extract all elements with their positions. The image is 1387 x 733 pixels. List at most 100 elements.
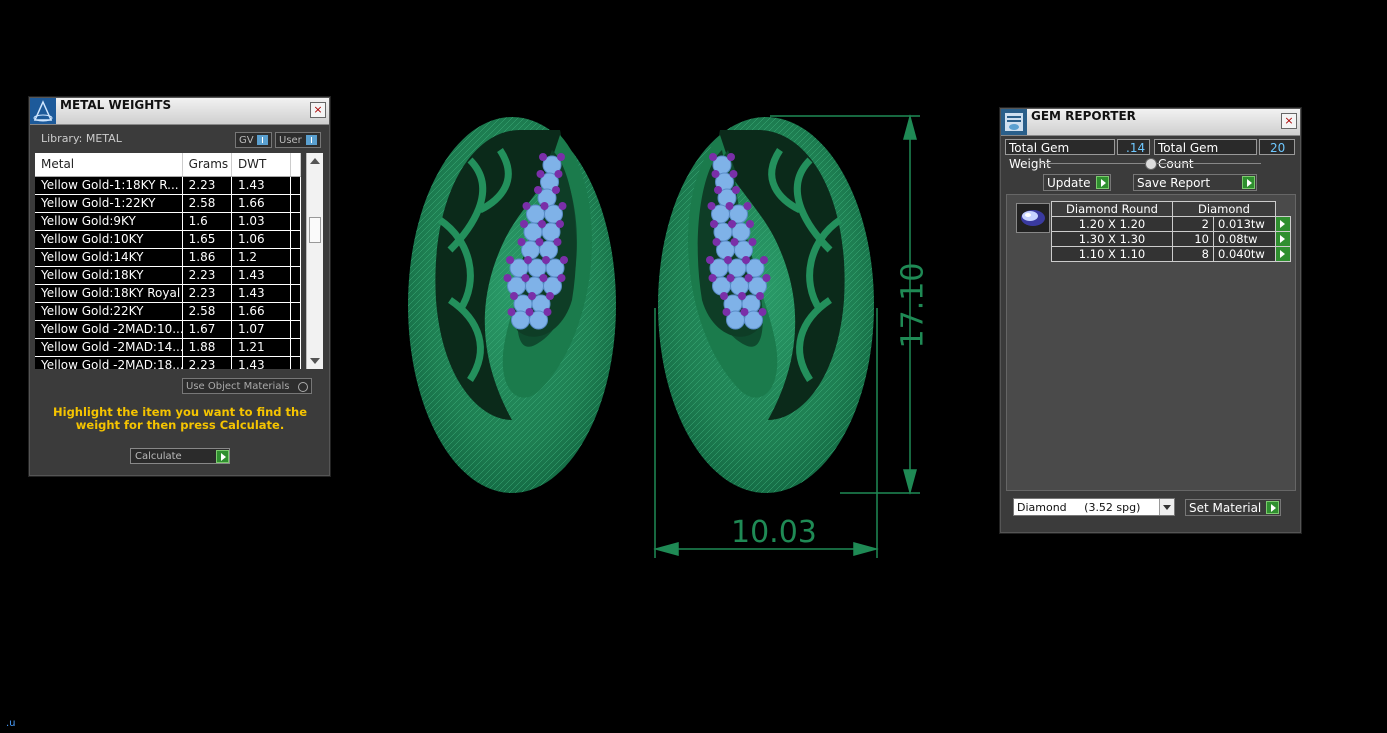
gem-row[interactable]: 1.30 X 1.30 10 0.08tw <box>1051 231 1291 247</box>
gem-stone <box>529 310 548 330</box>
user-toggle[interactable]: User <box>275 132 321 148</box>
save-report-button[interactable]: Save Report <box>1133 174 1257 191</box>
play-arrow-icon <box>1276 217 1289 231</box>
use-object-materials-toggle[interactable]: Use Object Materials <box>182 378 312 394</box>
prong <box>732 186 740 194</box>
use-object-materials-label: Use Object Materials <box>186 381 290 392</box>
dwt-column-header[interactable]: DWT <box>232 153 292 176</box>
gem-row-button[interactable] <box>1275 216 1291 232</box>
gem-weight-cell: 0.040tw <box>1212 246 1277 262</box>
table-row[interactable]: Yellow Gold -2MAD:10... 1.67 1.07 <box>35 321 301 339</box>
gv-toggle[interactable]: GV <box>235 132 272 148</box>
chevron-down-icon[interactable] <box>1159 499 1174 515</box>
empty-cell <box>291 195 301 212</box>
table-row[interactable]: Yellow Gold:14KY 1.86 1.2 <box>35 249 301 267</box>
metal-cell: Yellow Gold -2MAD:14... <box>35 339 183 356</box>
prong <box>557 274 566 282</box>
gem-stone <box>543 276 562 296</box>
gem-row[interactable]: 1.10 X 1.10 8 0.040tw <box>1051 246 1291 262</box>
prong <box>538 220 546 228</box>
material-select[interactable]: Diamond (3.52 spg) <box>1013 498 1175 516</box>
gv-label: GV <box>239 135 254 146</box>
grams-column-header[interactable]: Grams <box>183 153 232 176</box>
grams-cell: 2.23 <box>183 357 232 369</box>
scroll-up-icon[interactable] <box>310 158 320 164</box>
gem-stone <box>542 155 562 175</box>
gem-stone <box>540 172 559 192</box>
gem-stone <box>537 188 557 208</box>
table-row[interactable]: Yellow Gold:22KY 2.58 1.66 <box>35 303 301 321</box>
material-select-value: Diamond (3.52 spg) <box>1017 501 1141 514</box>
left-earring-model[interactable] <box>408 117 616 493</box>
metal-cell: Yellow Gold -2MAD:18... <box>35 357 183 369</box>
gem-stone <box>748 276 767 296</box>
calculate-button[interactable]: Calculate <box>130 448 230 464</box>
metal-weights-titlebar[interactable]: METAL WEIGHTS × <box>30 98 329 125</box>
dwt-cell: 1.66 <box>232 303 292 320</box>
table-row[interactable]: Yellow Gold-1:22KY 2.58 1.66 <box>35 195 301 213</box>
empty-cell <box>291 177 301 194</box>
gem-row[interactable]: 1.20 X 1.20 2 0.013tw <box>1051 216 1291 232</box>
prong <box>742 256 750 264</box>
prong <box>528 292 536 300</box>
gem-material-header: Diamond <box>1172 201 1276 217</box>
grams-cell: 1.86 <box>183 249 232 266</box>
gem-row-button[interactable] <box>1275 246 1291 262</box>
height-dimension-label: 17.10 <box>895 262 931 349</box>
empty-cell <box>291 285 301 302</box>
dwt-cell: 1.07 <box>232 321 292 338</box>
gem-stone <box>545 258 565 278</box>
prong <box>729 170 738 178</box>
gem-size-cell: 1.30 X 1.30 <box>1051 231 1173 247</box>
right-earring-model[interactable] <box>658 117 874 493</box>
empty-cell <box>291 321 301 338</box>
prong <box>557 153 565 161</box>
dwt-cell: 1.66 <box>232 195 292 212</box>
close-icon[interactable]: × <box>310 102 326 118</box>
gem-stone <box>741 294 761 314</box>
prong <box>524 256 532 264</box>
close-icon[interactable]: × <box>1281 113 1297 129</box>
total-gem-weight-label: Total Gem Weight <box>1005 139 1115 171</box>
gem-stone <box>715 172 734 192</box>
prong <box>707 202 716 210</box>
metal-cell: Yellow Gold:18KY Royal <box>35 285 183 302</box>
gem-row-button[interactable] <box>1275 231 1291 247</box>
extra-column-header <box>291 153 301 176</box>
scroll-down-icon[interactable] <box>310 358 320 364</box>
prong <box>546 292 554 300</box>
prong <box>728 220 736 228</box>
metal-column-header[interactable]: Metal <box>35 153 183 176</box>
table-row[interactable]: Yellow Gold:9KY 1.6 1.03 <box>35 213 301 231</box>
scroll-thumb[interactable] <box>309 217 321 243</box>
prong <box>744 274 753 282</box>
set-material-button[interactable]: Set Material <box>1185 499 1281 516</box>
table-row[interactable]: Yellow Gold -2MAD:18... 2.23 1.43 <box>35 357 301 369</box>
table-row[interactable]: Yellow Gold-1:18KY R... 2.23 1.43 <box>35 177 301 195</box>
empty-cell <box>291 357 301 369</box>
dimension-lines <box>653 114 920 558</box>
prong <box>709 153 717 161</box>
table-row[interactable]: Yellow Gold:18KY Royal 2.23 1.43 <box>35 285 301 303</box>
table-row[interactable]: Yellow Gold -2MAD:14... 1.88 1.21 <box>35 339 301 357</box>
metal-table-scrollbar[interactable] <box>306 153 323 369</box>
prong <box>536 170 545 178</box>
gem-reporter-titlebar[interactable]: GEM REPORTER × <box>1001 109 1300 136</box>
prong <box>539 274 548 282</box>
play-arrow-icon <box>1242 176 1255 189</box>
table-row[interactable]: Yellow Gold:10KY 1.65 1.06 <box>35 231 301 249</box>
gem-count-cell: 10 <box>1172 231 1214 247</box>
gem-stone <box>729 204 748 224</box>
prong <box>724 256 732 264</box>
play-arrow-icon <box>1096 176 1109 189</box>
width-dimension-label: 10.03 <box>731 515 817 550</box>
update-button[interactable]: Update <box>1043 174 1111 191</box>
gem-shape-header: Diamond Round <box>1051 201 1173 217</box>
gem-size-cell: 1.10 X 1.10 <box>1051 246 1173 262</box>
gem-weight-cell: 0.013tw <box>1212 216 1277 232</box>
total-gem-count-value: 20 <box>1259 139 1295 155</box>
table-row[interactable]: Yellow Gold:18KY 2.23 1.43 <box>35 267 301 285</box>
corner-text: .u <box>6 718 16 729</box>
user-toggle-icon <box>306 135 317 145</box>
splitter-handle-icon[interactable] <box>1145 158 1157 170</box>
